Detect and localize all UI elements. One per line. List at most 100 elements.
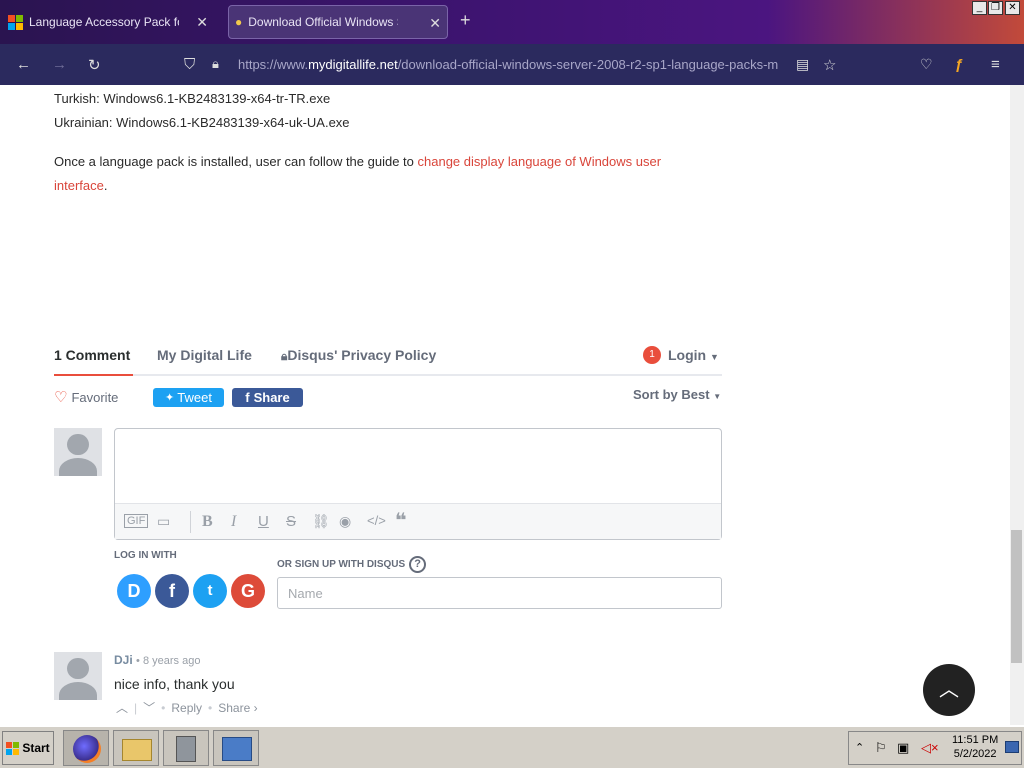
- clock-time: 11:51 PM: [952, 734, 999, 746]
- browser-tab-download-official[interactable]: ● Download Official Windows Server ✕: [228, 5, 448, 39]
- close-tab-icon[interactable]: ✕: [196, 14, 208, 31]
- sort-dropdown[interactable]: Sort by Best ▼: [633, 387, 721, 402]
- server-manager-taskbar-icon[interactable]: [163, 730, 209, 766]
- comment-textarea[interactable]: GIF ▭ B I U S ⛓ ◉ </> ❝: [114, 428, 722, 540]
- tweet-label: Tweet: [177, 390, 212, 405]
- reader-view-icon[interactable]: ▤: [796, 56, 809, 73]
- underline-icon[interactable]: U: [258, 513, 269, 530]
- network-icon[interactable]: ▣: [897, 740, 909, 756]
- sort-label: Sort by Best: [633, 387, 710, 402]
- tab-title: Language Accessory Pack for Offic: [29, 15, 179, 29]
- windows-taskbar: Start ⌃ ⚐ ▣ ◁× 11:51 PM 5/2/2022: [0, 726, 1024, 768]
- chevron-down-icon: ▼: [713, 392, 722, 401]
- new-tab-icon[interactable]: +: [460, 10, 471, 31]
- ukrainian-pack-line: Ukrainian: Windows6.1-KB2483139-x64-uk-U…: [54, 115, 350, 130]
- login-label: Login: [668, 347, 707, 363]
- reply-link[interactable]: Reply: [171, 701, 202, 715]
- login-menu[interactable]: Login ▼: [668, 347, 719, 363]
- restore-icon[interactable]: ❐: [988, 1, 1003, 15]
- comment-meta: DJi • 8 years ago: [114, 653, 201, 667]
- code-icon[interactable]: </>: [367, 513, 386, 528]
- facebook-share-button[interactable]: f Share: [232, 388, 303, 407]
- minimize-icon[interactable]: _: [972, 1, 987, 15]
- scroll-to-top-button[interactable]: ︿: [923, 664, 975, 716]
- notification-badge: 1: [643, 346, 661, 364]
- toolbar-divider: [190, 511, 191, 533]
- address-bar[interactable]: https://www.mydigitallife.net/download-o…: [238, 57, 788, 72]
- facebook-login-icon[interactable]: f: [155, 574, 189, 608]
- tweet-button[interactable]: ✦ Tweet: [153, 388, 224, 407]
- back-icon[interactable]: ←: [16, 56, 31, 73]
- image-icon[interactable]: ▭: [157, 513, 170, 530]
- article-paragraph: Once a language pack is installed, user …: [54, 150, 704, 198]
- upvote-icon[interactable]: ︿: [116, 699, 128, 716]
- close-tab-icon[interactable]: ✕: [429, 15, 441, 32]
- clock-date: 5/2/2022: [953, 748, 997, 760]
- url-domain: mydigitallife.net: [308, 57, 398, 72]
- browser-tab-language-accessory[interactable]: Language Accessory Pack for Offic ✕: [8, 5, 214, 39]
- forward-icon[interactable]: →: [52, 56, 67, 73]
- start-label: Start: [22, 741, 50, 755]
- comment-actions: ︿ | ﹀ • Reply • Share ›: [116, 699, 258, 716]
- tab-title: Download Official Windows Server: [248, 15, 398, 29]
- strikethrough-icon[interactable]: S: [286, 513, 296, 530]
- comment-author[interactable]: DJi: [114, 653, 133, 667]
- favorite-button[interactable]: ♡ Favorite: [54, 388, 118, 406]
- commenter-avatar[interactable]: [54, 652, 102, 700]
- google-login-icon[interactable]: G: [231, 574, 265, 608]
- avatar: [54, 428, 102, 476]
- comment-text: nice info, thank you: [114, 676, 235, 692]
- url-path: /download-official-windows-server-2008-r…: [397, 57, 779, 72]
- tab-comments[interactable]: 1 Comment: [54, 347, 130, 363]
- start-button[interactable]: Start: [2, 731, 54, 765]
- browser-tab-bar: Language Accessory Pack for Offic ✕ ● Do…: [0, 0, 1024, 44]
- signup-text: OR SIGN UP WITH DISQUS: [277, 559, 406, 570]
- gif-icon[interactable]: GIF: [124, 514, 149, 528]
- show-desktop-icon[interactable]: [1005, 741, 1019, 753]
- paragraph-end: .: [103, 178, 108, 193]
- downvote-icon[interactable]: ﹀: [143, 699, 155, 716]
- privacy-policy-link[interactable]: 🔒︎Disqus' Privacy Policy: [281, 347, 436, 364]
- link-icon[interactable]: ⛓: [312, 513, 330, 530]
- tab-community[interactable]: My Digital Life: [157, 347, 252, 363]
- disqus-login-icon[interactable]: D: [117, 574, 151, 608]
- favorite-label: Favorite: [71, 389, 119, 405]
- comment-time[interactable]: 8 years ago: [143, 655, 200, 667]
- windows-logo-icon: [6, 741, 20, 755]
- formatting-toolbar: GIF ▭ B I U S ⛓ ◉ </> ❝: [115, 503, 721, 539]
- quote-icon[interactable]: ❝: [395, 508, 407, 533]
- lightbulb-icon: ●: [235, 15, 243, 29]
- paragraph-text: Once a language pack is installed, user …: [54, 154, 418, 169]
- comment-share-link[interactable]: Share ›: [218, 701, 257, 715]
- spoiler-icon[interactable]: ◉: [339, 513, 351, 530]
- lock-icon[interactable]: 🔒︎: [212, 56, 219, 72]
- share-label: Share: [253, 390, 290, 405]
- signup-disqus-label: OR SIGN UP WITH DISQUS ?: [277, 556, 427, 573]
- help-icon[interactable]: ?: [409, 556, 427, 573]
- reload-icon[interactable]: ↻: [88, 56, 101, 74]
- shield-icon[interactable]: ⛉: [184, 56, 195, 73]
- name-field[interactable]: [277, 577, 722, 609]
- volume-muted-icon[interactable]: ◁×: [921, 740, 939, 756]
- login-with-label: LOG IN WITH: [114, 550, 177, 561]
- scrollbar-thumb[interactable]: [1011, 530, 1022, 663]
- bold-icon[interactable]: B: [202, 513, 213, 531]
- menu-icon[interactable]: ≡: [991, 56, 1000, 73]
- pocket-icon[interactable]: ♡: [920, 56, 933, 73]
- italic-icon[interactable]: I: [231, 513, 236, 531]
- heart-icon: ♡: [54, 389, 68, 406]
- control-panel-taskbar-icon[interactable]: [213, 730, 259, 766]
- flag-icon[interactable]: ⚐: [875, 740, 887, 756]
- explorer-taskbar-icon[interactable]: [113, 730, 159, 766]
- url-prefix: https://www.: [238, 57, 309, 72]
- privacy-label: Disqus' Privacy Policy: [287, 347, 437, 363]
- browser-toolbar: ← → ↻ ⛉ 🔒︎ https://www.mydigitallife.net…: [0, 44, 1024, 85]
- bookmark-star-icon[interactable]: ☆: [823, 56, 836, 74]
- twitter-login-icon[interactable]: t: [193, 574, 227, 608]
- firefox-taskbar-icon[interactable]: [63, 730, 109, 766]
- clock[interactable]: 11:51 PM 5/2/2022: [952, 733, 998, 761]
- extension-icon[interactable]: ƒ: [955, 56, 963, 73]
- show-hidden-icons-icon[interactable]: ⌃: [855, 741, 864, 754]
- close-window-icon[interactable]: ✕: [1005, 1, 1020, 15]
- twitter-bird-icon: ✦: [165, 392, 175, 404]
